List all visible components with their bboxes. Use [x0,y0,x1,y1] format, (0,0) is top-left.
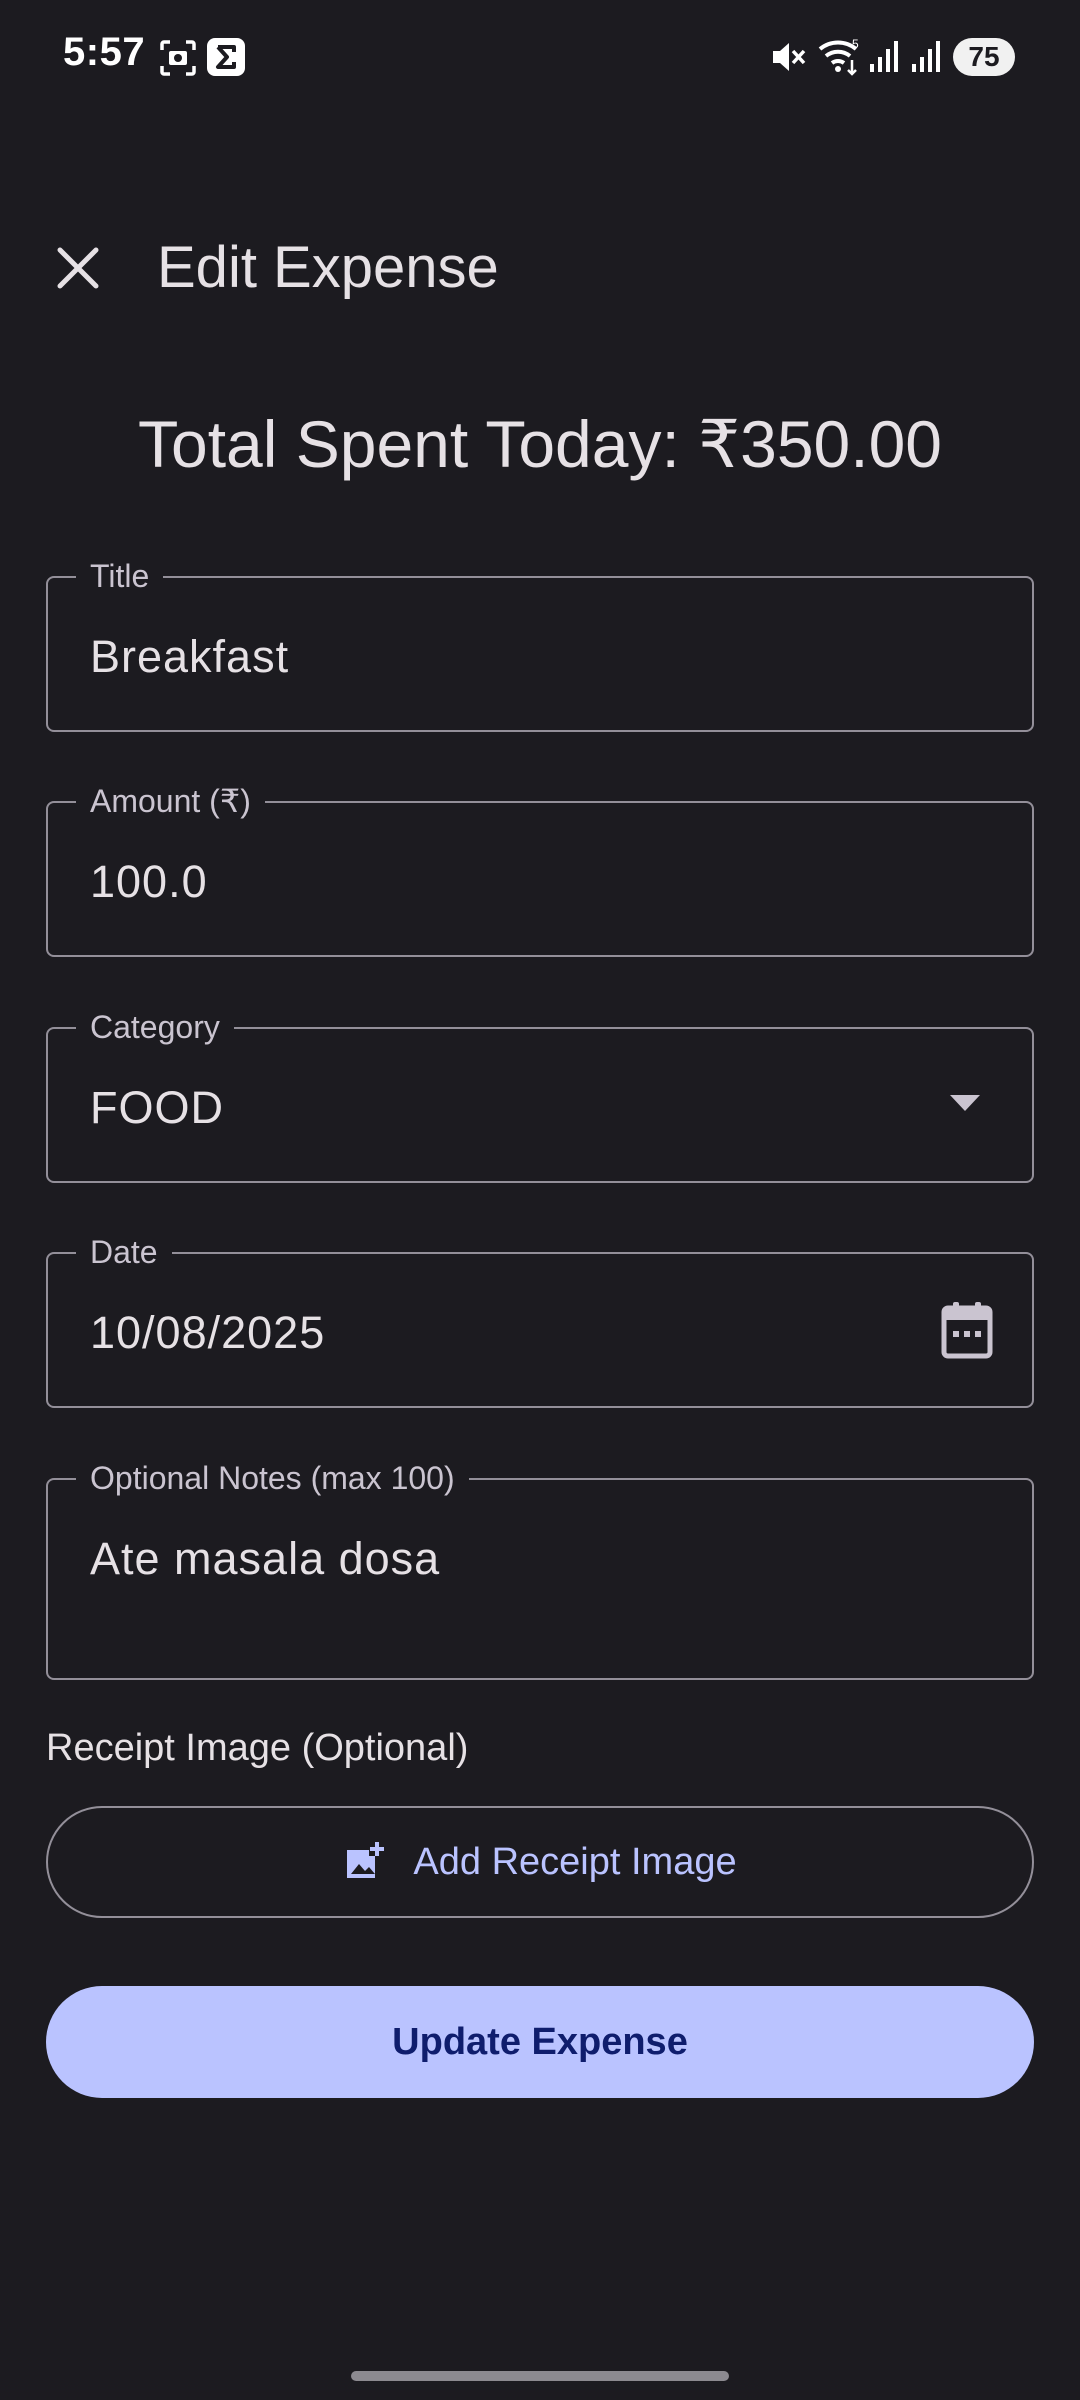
status-bar: 5:57 5 75 [0,0,1080,115]
add-receipt-image-button[interactable]: Add Receipt Image [46,1806,1034,1918]
status-time: 5:57 [63,30,146,74]
close-icon [57,247,99,289]
signal-icon [912,41,940,72]
amount-field-label: Amount (₹) [76,782,265,820]
title-field[interactable]: Title Breakfast [46,557,1034,732]
page-title: Edit Expense [157,235,499,300]
notes-field-label: Optional Notes (max 100) [76,1459,469,1497]
dropdown-arrow-icon[interactable] [950,1095,980,1111]
date-field-label: Date [76,1233,172,1271]
notes-field[interactable]: Optional Notes (max 100) Ate masala dosa [46,1459,1034,1680]
wifi-icon: 5 [818,37,859,76]
date-field-value[interactable]: 10/08/2025 [90,1306,325,1360]
add-photo-icon [347,1842,385,1878]
title-field-label: Title [76,557,164,595]
date-field[interactable]: Date 10/08/2025 [46,1233,1034,1408]
screenshot-icon [160,40,196,76]
title-field-value[interactable]: Breakfast [90,630,289,684]
receipt-image-label: Receipt Image (Optional) [46,1727,469,1769]
category-dropdown[interactable]: Category FOOD [46,1008,1034,1183]
update-expense-label: Update Expense [392,2020,688,2063]
update-expense-button[interactable]: Update Expense [46,1986,1034,2098]
amount-field[interactable]: Amount (₹) 100.0 [46,782,1034,957]
close-button[interactable] [48,238,108,298]
category-field-label: Category [76,1008,234,1046]
category-selected-value[interactable]: FOOD [90,1081,224,1135]
edit-expense-screen: 5:57 5 75 Edit Expense Total Spent Today… [0,0,1080,2400]
mute-icon [773,43,806,71]
add-receipt-image-label: Add Receipt Image [413,1840,737,1883]
battery-indicator: 75 [953,38,1015,76]
svg-text:5: 5 [852,37,859,51]
amount-field-value[interactable]: 100.0 [90,855,208,909]
notes-field-value[interactable]: Ate masala dosa [90,1532,440,1586]
calendar-icon[interactable] [940,1300,994,1360]
signal-icon [870,41,898,72]
home-indicator[interactable] [351,2371,729,2381]
sigma-app-icon [207,38,245,76]
total-spent-today: Total Spent Today: ₹350.00 [137,407,943,481]
